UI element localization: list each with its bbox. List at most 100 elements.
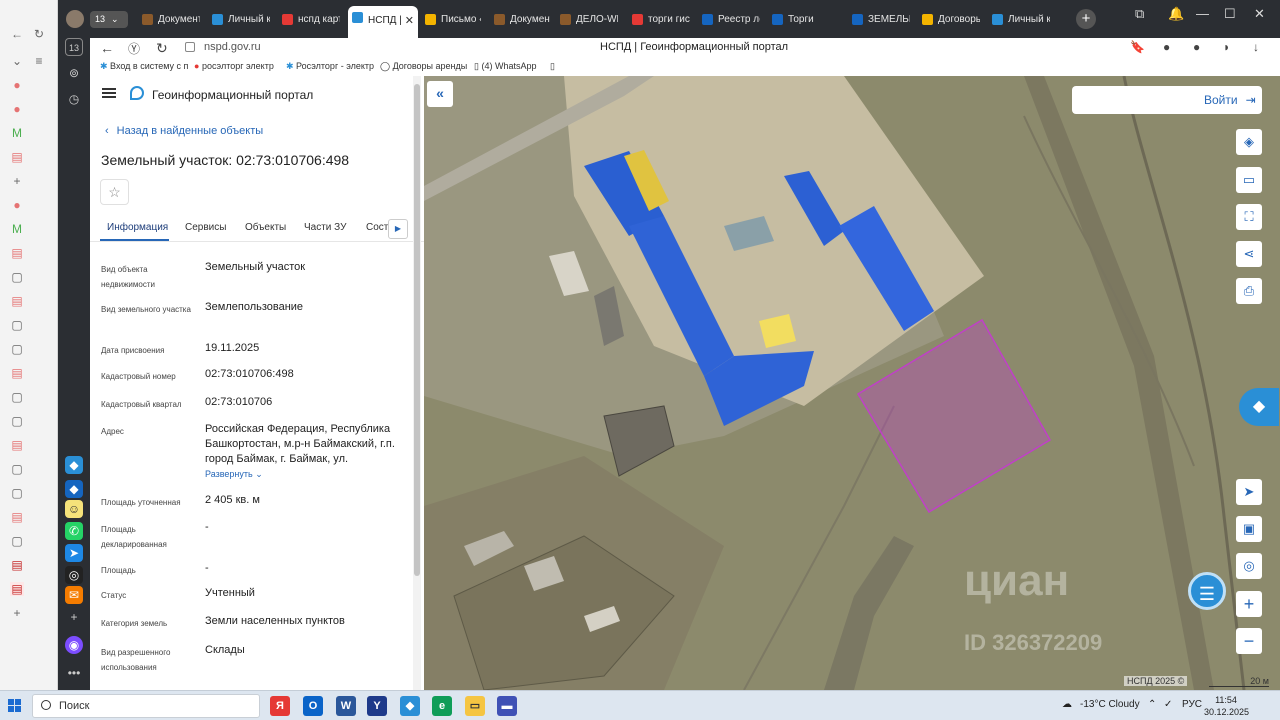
location-icon[interactable]: ➤ (1236, 479, 1262, 505)
outlook-icon[interactable]: O (303, 696, 323, 716)
favorite-star-icon[interactable]: ☆ (100, 179, 129, 205)
document-icon[interactable]: ▤ (10, 510, 24, 524)
app-icon[interactable]: Y (367, 696, 387, 716)
map-view[interactable]: « Войти ⇥ ◈ ▭ ⛶ ⋖ ⎙ ◆ ➤ ▣ ◎ + − ☰ циан ID… (424, 76, 1280, 690)
browser-tab[interactable]: Торги (768, 8, 830, 32)
close-window-button[interactable]: ✕ (1254, 6, 1265, 22)
lock-icon[interactable]: ▢ (10, 462, 24, 476)
bookmark-item[interactable]: ✱ Вход в систему с п (100, 61, 188, 72)
menu-icon[interactable]: ≡ (32, 54, 46, 68)
mail-icon[interactable]: ✉ (65, 586, 83, 604)
maximize-button[interactable]: ☐ (1224, 6, 1236, 22)
zoom-in-button[interactable]: + (1236, 591, 1262, 617)
document-icon[interactable]: ▤ (10, 246, 24, 260)
messenger-icon[interactable]: ➤ (65, 544, 83, 562)
tab-list-icon[interactable]: ⧉ (1135, 6, 1144, 22)
tray-chevron-icon[interactable]: ⌃ (1148, 699, 1156, 710)
browser-tab[interactable]: Реестр ло (698, 8, 760, 32)
scrollbar-thumb[interactable] (414, 84, 420, 576)
tabs-scroll-right-icon[interactable]: ▶ (388, 219, 408, 239)
expand-address-link[interactable]: Развернуть ⌄ (205, 467, 410, 482)
lock-icon[interactable]: ▢ (10, 534, 24, 548)
add-icon[interactable]: + (10, 606, 24, 620)
bookmark-icon[interactable]: 🔖 (1130, 40, 1145, 54)
select-area-icon[interactable]: ⛶ (1236, 204, 1262, 230)
yandex-icon[interactable]: ● (10, 198, 24, 212)
bookmark-item[interactable]: ▯ (550, 61, 555, 72)
chat-icon[interactable]: ☰ (1188, 572, 1226, 610)
gis-app-icon[interactable]: ◆ (400, 696, 420, 716)
back-icon[interactable]: ← (100, 40, 114, 56)
app-icon[interactable]: ▬ (497, 696, 517, 716)
yandex-icon[interactable]: ● (10, 102, 24, 116)
bookmark-item[interactable]: ● росэлторг электр (194, 61, 274, 71)
tabs-count-icon[interactable]: 13 (65, 38, 83, 56)
login-button[interactable]: Войти ⇥ (1072, 86, 1262, 114)
protect-icon[interactable]: ◗ (1223, 40, 1230, 54)
print-icon[interactable]: ⎙ (1236, 278, 1262, 304)
browser-tab[interactable]: ЗЕМЕЛЬН (848, 8, 910, 32)
browser-tab[interactable]: НСПД | ✕ (348, 6, 418, 38)
yandex-icon[interactable]: Ⓨ (128, 40, 140, 57)
lock-icon[interactable]: ▢ (10, 342, 24, 356)
browser-tab[interactable]: Договоры (918, 8, 980, 32)
gmail-icon[interactable]: M (10, 222, 24, 236)
edge-icon[interactable]: e (432, 696, 452, 716)
word-icon[interactable]: W (336, 696, 356, 716)
weather-text[interactable]: -13°C Cloudy (1080, 699, 1140, 710)
document-icon[interactable]: ▤ (10, 294, 24, 308)
browser-tab[interactable]: Письмо « (421, 8, 481, 32)
tray-app-icon[interactable]: ✓ (1164, 699, 1172, 710)
windows-start-icon[interactable] (8, 699, 22, 713)
app-icon[interactable]: ◎ (65, 566, 83, 584)
zoom-out-button[interactable]: − (1236, 628, 1262, 654)
gis-app-icon[interactable]: ◆ (65, 480, 83, 498)
whatsapp-icon[interactable]: ✆ (65, 522, 83, 540)
collections-icon[interactable]: ⊚ (65, 64, 83, 82)
browser-tab[interactable]: ДЕЛО-WEI (556, 8, 618, 32)
more-icon[interactable]: ••• (65, 664, 83, 682)
browser-tab[interactable]: нспд карт (278, 8, 340, 32)
lock-icon[interactable]: ▢ (10, 270, 24, 284)
share-icon[interactable]: ⋖ (1236, 241, 1262, 267)
browser-tab[interactable]: Личный к (988, 8, 1050, 32)
app-icon[interactable]: ☺ (65, 500, 83, 518)
reload-icon[interactable]: ↻ (32, 27, 46, 41)
reload-icon[interactable]: ↻ (156, 40, 168, 57)
bookmark-item[interactable]: ✱ Росэлторг - электр (286, 61, 374, 72)
lock-icon[interactable]: ▢ (10, 414, 24, 428)
clock[interactable]: 11:54 30.12.2025 (1204, 694, 1249, 718)
document-icon[interactable]: ▤ (10, 558, 24, 572)
minimize-button[interactable]: — (1196, 6, 1209, 21)
yandex-browser-icon[interactable]: Я (270, 696, 290, 716)
minimap-icon[interactable]: ▣ (1236, 516, 1262, 542)
document-icon[interactable]: ▤ (10, 150, 24, 164)
url-field[interactable]: nspd.gov.ru (204, 41, 261, 53)
chevron-down-icon[interactable]: ⌄ (10, 54, 24, 68)
history-icon[interactable]: ◷ (65, 90, 83, 108)
file-explorer-icon[interactable]: ▭ (465, 696, 485, 716)
tab-services[interactable]: Сервисы (185, 222, 226, 233)
yandex-icon[interactable]: ● (10, 78, 24, 92)
alice-icon[interactable]: ◉ (65, 636, 83, 654)
new-tab-button[interactable]: + (1076, 9, 1096, 29)
browser-tab[interactable]: Документ (138, 8, 200, 32)
extension-icon[interactable]: ● (1163, 40, 1170, 54)
taskbar-search[interactable]: Поиск (32, 694, 260, 718)
tab-objects[interactable]: Объекты (245, 222, 286, 233)
bookmark-item[interactable]: ▯ (4) WhatsApp (474, 61, 536, 72)
bookmark-item[interactable]: ◯ Договоры аренды (380, 61, 467, 72)
tab-information[interactable]: Информация (107, 222, 168, 233)
download-icon[interactable]: ↓ (1253, 40, 1259, 54)
close-tab-icon[interactable]: ✕ (405, 6, 414, 36)
lock-icon[interactable]: ▢ (10, 486, 24, 500)
extension-icon[interactable]: ● (1193, 40, 1200, 54)
lock-icon[interactable]: ▢ (10, 318, 24, 332)
panel-scrollbar[interactable] (413, 76, 421, 690)
notifications-icon[interactable]: 🔔 (1168, 6, 1184, 22)
browser-tab[interactable]: Документ (490, 8, 550, 32)
document-icon[interactable]: ▤ (10, 438, 24, 452)
search-location-icon[interactable]: ◎ (1236, 553, 1262, 579)
add-icon[interactable]: + (65, 608, 83, 626)
lock-icon[interactable]: ▢ (10, 390, 24, 404)
